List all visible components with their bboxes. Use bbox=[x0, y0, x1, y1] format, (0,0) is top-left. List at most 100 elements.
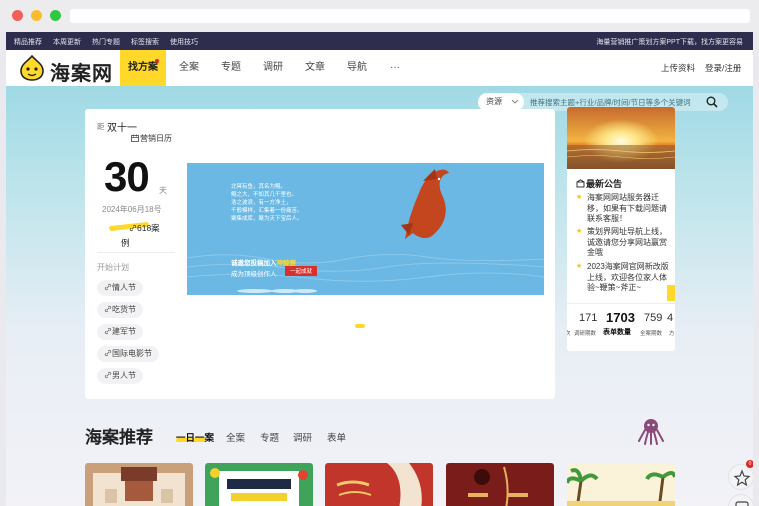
case-thumbnail[interactable] bbox=[85, 463, 193, 506]
notice-text: 海案网网站服务器迁移，如果有下载问题请联系客服！ bbox=[587, 193, 667, 223]
logo-text: 海案网 bbox=[50, 63, 113, 85]
top-strip: 精品推荐 本周更新 热门专题 标签搜索 使用技巧 海量营销推广策划方案PPT下载… bbox=[6, 32, 753, 50]
search-type-label: 资源 bbox=[486, 97, 502, 106]
case-count-suffix: 例 bbox=[121, 238, 130, 248]
stat-label-form-count: 表单数量 bbox=[603, 329, 631, 336]
tab-forms[interactable]: 表单 bbox=[327, 430, 346, 444]
notice-text: 2023海案网官网新改版上线，欢迎各位家人体验~鞭策~斧正~ bbox=[587, 262, 669, 292]
banner-line: 聚集成库，聚为天下宝后人。 bbox=[231, 216, 303, 222]
notice-title: 最新公告 bbox=[576, 177, 622, 190]
plan-tag-label: 吃货节 bbox=[112, 305, 136, 314]
banner-artwork: 北冥有鱼，其名为鲲。 鲲之大，不知其几千里也。 浩之波浪，有一方净土， 千般模样… bbox=[187, 163, 544, 295]
countdown-unit: 天 bbox=[159, 186, 167, 195]
plan-tag-army-day[interactable]: 建军节 bbox=[97, 324, 143, 340]
plan-tag-label: 情人节 bbox=[112, 283, 136, 292]
top-link-weekly[interactable]: 本周更新 bbox=[53, 37, 81, 47]
nav-item-research[interactable]: 调研 bbox=[263, 50, 283, 86]
stat-value: 4 bbox=[667, 312, 674, 324]
nav-find-plan[interactable]: 找方案 bbox=[120, 50, 166, 86]
banner-line: 鲲之大，不知其几千里也。 bbox=[231, 192, 298, 198]
countdown-prefix: 距 bbox=[97, 122, 105, 131]
top-promo[interactable]: 海量营销推广策划方案PPT下载，找方案更容易 bbox=[596, 37, 743, 47]
notice-title-label: 最新公告 bbox=[586, 179, 623, 189]
chat-float-button[interactable] bbox=[728, 494, 753, 506]
case-count-link[interactable]: 618案 bbox=[129, 222, 160, 234]
close-window-button[interactable] bbox=[12, 10, 23, 21]
stat-label: 方 bbox=[669, 331, 675, 337]
octopus-mascot-icon bbox=[638, 419, 664, 445]
stat-label: 次 bbox=[567, 331, 571, 337]
tab-research[interactable]: 调研 bbox=[293, 430, 312, 444]
plan-title: 开始计划 bbox=[97, 263, 129, 272]
stat-value-form-count: 1703 bbox=[606, 310, 635, 325]
stats-carousel: 171 次 调研期数 1703 表单数量 759 全案期数 4 方 bbox=[567, 303, 675, 351]
carousel-indicator[interactable] bbox=[355, 324, 365, 328]
case-count-label: 618案 bbox=[137, 223, 160, 233]
plan-tag-film-festival[interactable]: 国际电影节 bbox=[97, 346, 159, 362]
main-nav: 海案网 找方案 全案 专题 调研 文章 导航 ··· 上传资料 登录/注册 bbox=[6, 50, 753, 86]
marketing-calendar-card: 距 双十一 营销日历 30 天 2024年06月18号 618案 例 开始计划 … bbox=[85, 109, 555, 399]
plan-tag-label: 男人节 bbox=[112, 371, 136, 380]
logo-mascot-icon bbox=[20, 55, 44, 81]
address-bar[interactable] bbox=[70, 9, 750, 23]
thumbnail-image bbox=[85, 463, 193, 506]
link-icon bbox=[104, 305, 112, 313]
thumbnail-image bbox=[446, 463, 554, 506]
banner-line: 千般模样，汇集着一份痛苦。 bbox=[231, 208, 303, 214]
current-date: 2024年06月18号 bbox=[102, 205, 162, 214]
megaphone-icon bbox=[576, 179, 585, 188]
notice-item[interactable]: ★ 海案网网站服务器迁移，如果有下载问题请联系客服！ bbox=[575, 193, 671, 225]
banner-cta-line2: 成为顶级创作人 bbox=[231, 271, 277, 278]
upload-link[interactable]: 上传资料 bbox=[661, 50, 695, 86]
plan-tag-label: 国际电影节 bbox=[112, 349, 152, 358]
nav-item-more[interactable]: ··· bbox=[390, 50, 400, 86]
link-icon bbox=[129, 224, 137, 232]
top-link-tags[interactable]: 标签搜索 bbox=[131, 37, 159, 47]
countdown-days: 30 bbox=[104, 153, 150, 200]
search-icon[interactable] bbox=[706, 96, 718, 108]
chat-icon bbox=[735, 501, 749, 506]
login-link[interactable]: 登录/注册 bbox=[705, 50, 741, 86]
calendar-icon bbox=[131, 134, 139, 142]
case-thumbnail[interactable] bbox=[446, 463, 554, 506]
case-thumbnail[interactable] bbox=[325, 463, 433, 506]
maximize-window-button[interactable] bbox=[50, 10, 61, 21]
nav-item-topics[interactable]: 专题 bbox=[221, 50, 241, 86]
plan-tag-label: 建军节 bbox=[112, 327, 136, 336]
notice-item[interactable]: ★ 2023海案网官网新改版上线，欢迎各位家人体验~鞭策~斧正~ bbox=[575, 262, 671, 294]
browser-chrome bbox=[0, 0, 759, 32]
site-logo[interactable]: 海案网 bbox=[18, 54, 118, 85]
tab-full-case[interactable]: 全案 bbox=[226, 430, 245, 444]
page: 精品推荐 本周更新 热门专题 标签搜索 使用技巧 海量营销推广策划方案PPT下载… bbox=[6, 32, 753, 506]
top-link-topics[interactable]: 热门专题 bbox=[92, 37, 120, 47]
top-link-featured[interactable]: 精品推荐 bbox=[14, 37, 42, 47]
notice-text: 策划界网址导航上线，诚邀请您分享网站赢赏金哦 bbox=[587, 227, 667, 257]
star-outline-icon bbox=[733, 469, 751, 487]
case-thumbnail[interactable] bbox=[205, 463, 313, 506]
case-thumbnail[interactable] bbox=[567, 463, 675, 506]
promo-banner[interactable]: 北冥有鱼，其名为鲲。 鲲之大，不知其几千里也。 浩之波浪，有一方净土， 千般模样… bbox=[187, 121, 544, 327]
notice-item[interactable]: ★ 策划界网址导航上线，诚邀请您分享网站赢赏金哦 bbox=[575, 227, 671, 259]
tab-topics[interactable]: 专题 bbox=[260, 430, 279, 444]
plan-tag-valentines[interactable]: 情人节 bbox=[97, 280, 143, 296]
marketing-calendar-link[interactable]: 营销日历 bbox=[131, 133, 172, 144]
link-icon bbox=[104, 283, 112, 291]
stat-value: 759 bbox=[644, 312, 663, 324]
star-icon: ★ bbox=[576, 263, 583, 270]
minimize-window-button[interactable] bbox=[31, 10, 42, 21]
nav-item-navigation[interactable]: 导航 bbox=[347, 50, 367, 86]
sunset-image bbox=[567, 107, 675, 169]
nav-item-full-case[interactable]: 全案 bbox=[179, 50, 199, 86]
plan-tag-mens-day[interactable]: 男人节 bbox=[97, 368, 143, 384]
nav-item-articles[interactable]: 文章 bbox=[305, 50, 325, 86]
top-links: 精品推荐 本周更新 热门专题 标签搜索 使用技巧 bbox=[14, 37, 198, 47]
link-icon bbox=[104, 371, 112, 379]
plan-tag-foodie[interactable]: 吃货节 bbox=[97, 302, 143, 318]
top-link-tips[interactable]: 使用技巧 bbox=[170, 37, 198, 47]
banner-line: 浩之波浪，有一方净土， bbox=[231, 200, 292, 206]
banner-join-button[interactable]: 一起成就 bbox=[285, 266, 318, 276]
banner-line: 北冥有鱼，其名为鲲。 bbox=[231, 184, 287, 190]
link-icon bbox=[104, 327, 112, 335]
corner-accent bbox=[667, 285, 675, 301]
tab-daily-case[interactable]: 一日一案 bbox=[176, 430, 214, 444]
